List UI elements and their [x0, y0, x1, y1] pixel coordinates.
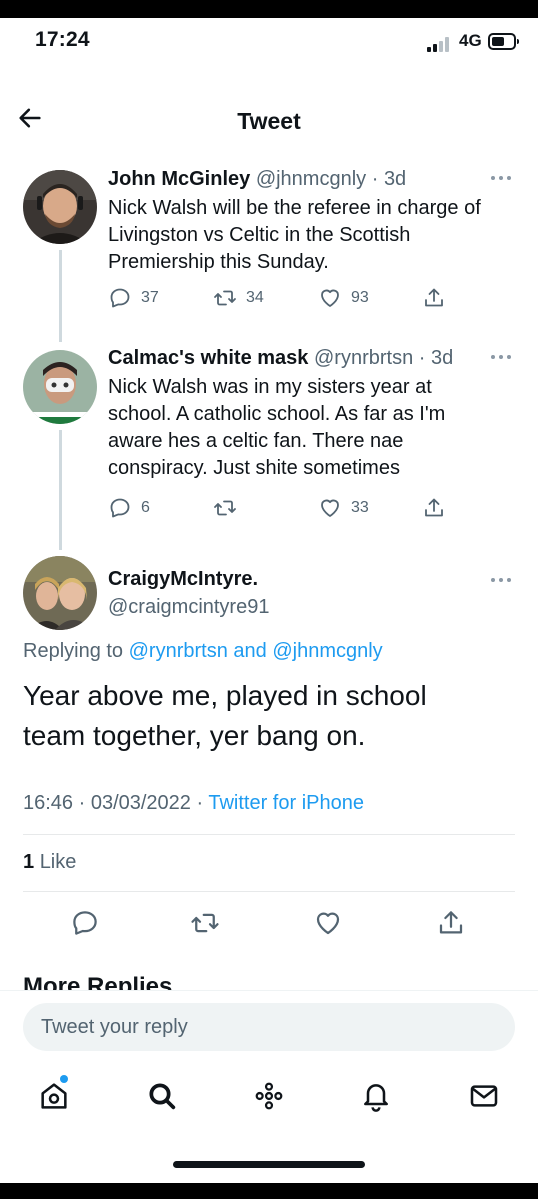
- like-button[interactable]: [313, 908, 343, 938]
- author-handle[interactable]: @craigmcintyre91: [108, 596, 269, 619]
- retweet-count: 34: [246, 289, 264, 306]
- reply-button[interactable]: [70, 908, 100, 938]
- avatar[interactable]: [23, 556, 97, 630]
- retweet-button[interactable]: [190, 908, 220, 938]
- battery-icon: [488, 33, 519, 50]
- retweet-icon: [214, 500, 236, 516]
- tweet-actions: 6 33: [108, 496, 448, 522]
- heart-icon: [321, 499, 339, 517]
- tweet-time: 3d: [430, 347, 454, 369]
- tweet-time: 3d: [383, 168, 407, 190]
- share-button[interactable]: [422, 496, 446, 520]
- signal-icon: [427, 36, 453, 52]
- tweet-metadata: 16:46 · 03/03/2022 · Twitter for iPhone: [23, 792, 364, 815]
- tweet-author-line: John McGinley @jhnmcgnly · 3d: [108, 168, 406, 191]
- like-total: 1: [23, 851, 35, 873]
- more-options-icon[interactable]: [491, 353, 515, 361]
- reply-button[interactable]: 37: [108, 286, 159, 310]
- share-button[interactable]: [436, 908, 466, 938]
- author-name[interactable]: Calmac's white mask: [108, 347, 308, 369]
- search-icon[interactable]: [146, 1080, 178, 1112]
- screen-bottom-edge: [0, 1183, 538, 1199]
- avatar[interactable]: [23, 170, 97, 244]
- tweet-text: Nick Walsh was in my sisters year at sch…: [108, 376, 446, 479]
- tweet-timestamp: 16:46 · 03/03/2022 ·: [23, 792, 204, 814]
- retweet-icon: [214, 290, 236, 306]
- reply-icon: [73, 911, 97, 935]
- retweet-icon: [191, 913, 219, 933]
- share-button[interactable]: [422, 286, 446, 310]
- notifications-icon[interactable]: [360, 1080, 392, 1112]
- spaces-icon[interactable]: [253, 1080, 285, 1112]
- more-options-icon[interactable]: [491, 576, 515, 584]
- heart-icon: [316, 912, 340, 935]
- more-replies-heading: More Replies: [23, 973, 173, 990]
- tweet-actions: 37 34 93: [108, 286, 448, 312]
- home-icon[interactable]: [38, 1080, 70, 1112]
- thread-connector: [59, 250, 62, 342]
- more-options-icon[interactable]: [491, 174, 515, 182]
- retweet-button[interactable]: 34: [213, 286, 264, 310]
- tweet-text: Nick Walsh will be the referee in charge…: [108, 197, 481, 273]
- messages-icon[interactable]: [468, 1080, 500, 1112]
- heart-icon: [321, 289, 339, 307]
- reply-icon: [110, 288, 130, 308]
- avatar[interactable]: [23, 350, 97, 424]
- like-count: 33: [351, 499, 369, 516]
- author-name[interactable]: John McGinley: [108, 168, 250, 190]
- page-title: Tweet: [237, 108, 301, 134]
- share-icon: [425, 288, 443, 307]
- replying-to-line: Replying to @rynrbrtsn and @jhnmcgnly: [23, 640, 383, 662]
- home-indicator: [173, 1161, 365, 1168]
- mention-link[interactable]: @rynrbrtsn: [129, 640, 228, 662]
- thread-connector: [59, 430, 62, 550]
- status-time: 17:24: [35, 28, 90, 51]
- reply-button[interactable]: 6: [108, 496, 150, 520]
- tweet-source-link[interactable]: Twitter for iPhone: [208, 792, 364, 814]
- separator-dot: ·: [413, 347, 431, 369]
- mention-link[interactable]: @jhnmcgnly: [272, 640, 382, 662]
- reply-count: 6: [141, 499, 150, 516]
- reply-icon: [110, 498, 130, 518]
- reply-input[interactable]: [23, 1003, 515, 1051]
- notification-dot: [60, 1075, 68, 1083]
- like-button[interactable]: 33: [318, 496, 369, 520]
- author-handle[interactable]: @jhnmcgnly: [256, 168, 366, 190]
- tweet-author-line: Calmac's white mask @rynrbrtsn · 3d: [108, 347, 453, 370]
- reply-count: 37: [141, 289, 159, 306]
- divider: [23, 891, 515, 892]
- retweet-button[interactable]: [213, 496, 246, 520]
- main-tweet-actions: [70, 908, 470, 940]
- likes-summary[interactable]: 1 Like: [23, 851, 76, 874]
- like-count: 93: [351, 289, 369, 306]
- share-icon: [439, 911, 463, 934]
- author-handle[interactable]: @rynrbrtsn: [314, 347, 413, 369]
- network-type: 4G: [459, 31, 482, 50]
- tweet-text: Year above me, played in school team tog…: [23, 680, 427, 751]
- divider: [23, 834, 515, 835]
- separator-dot: ·: [366, 168, 384, 190]
- author-name[interactable]: CraigyMcIntyre.: [108, 568, 258, 591]
- share-icon: [425, 498, 443, 517]
- like-button[interactable]: 93: [318, 286, 369, 310]
